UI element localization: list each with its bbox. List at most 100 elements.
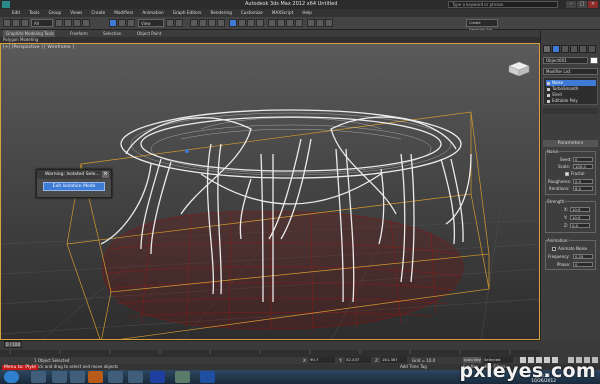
taskbar-3dsmax-icon[interactable] [175,371,190,383]
snaps-toggle-icon[interactable] [190,19,198,27]
motion-tab-icon[interactable] [570,45,578,53]
selection-filter-dropdown[interactable]: All [31,19,53,27]
maximize-button[interactable]: □ [577,1,587,8]
utilities-tab-icon[interactable] [588,45,596,53]
animate-noise-checkbox[interactable] [552,247,556,251]
display-tab-icon[interactable] [579,45,587,53]
menu-item-views[interactable]: Views [70,9,82,17]
start-button-icon[interactable] [4,371,19,383]
menu-bar: Edit Tools Group Views Create Modifiers … [0,9,600,17]
menu-item-help[interactable]: Help [302,9,312,17]
pivot-center-icon[interactable] [166,19,174,27]
phase-spinner[interactable]: 0 [573,262,593,267]
taskbar-ie-icon[interactable] [70,371,85,383]
create-tab-icon[interactable] [543,45,551,53]
taskbar-explorer-icon[interactable] [31,371,46,383]
fractal-checkbox[interactable] [565,172,569,176]
layer-manager-icon[interactable] [256,19,264,27]
roughness-spinner[interactable]: 0.0 [573,179,593,184]
coord-x-field[interactable]: 90.7 [309,357,335,363]
menu-item-maxscript[interactable]: MAXScript [272,9,294,17]
grid-status: Grid = 10.0 [412,358,436,363]
hierarchy-tab-icon[interactable] [561,45,569,53]
object-name-field[interactable]: Object001 [543,57,588,64]
link-icon[interactable] [21,19,29,27]
taskbar-app-icon[interactable] [108,371,123,383]
light-bulb-icon[interactable] [547,87,550,91]
menu-item-create[interactable]: Create [91,9,105,17]
stack-item-editable-poly[interactable]: Editable Poly [546,98,596,104]
seed-spinner[interactable]: 0 [573,157,593,162]
tab-object-paint[interactable]: Object Paint [137,30,161,37]
scale-icon[interactable] [127,19,135,27]
graphite-toggle-icon[interactable] [268,19,276,27]
scale-spinner[interactable]: 100.0 [573,164,593,169]
strength-y-spinner[interactable]: 10.0 [570,215,590,220]
app-logo-icon[interactable] [2,1,10,8]
coord-y-field[interactable]: 52.437 [345,357,371,363]
rect-select-icon[interactable] [73,19,81,27]
tab-graphite-modeling-tools[interactable]: Graphite Modeling Tools [3,30,55,37]
minimize-button[interactable]: – [566,1,576,8]
menu-item-customize[interactable]: Customize [241,9,263,17]
taskbar-app2-icon[interactable] [128,371,143,383]
watermark: pxleyes.com [459,360,596,382]
tab-selection[interactable]: Selection [103,30,121,37]
select-object-icon[interactable] [55,19,63,27]
edit-named-selection-icon[interactable] [229,19,237,27]
align-icon[interactable] [247,19,255,27]
parameters-rollout-header[interactable]: Parameters [543,140,598,147]
strength-group: Strength: X: 10.0 Y: 10.0 Z: 0.0 [545,199,596,233]
taskbar-app3-icon[interactable] [150,371,165,383]
reference-coordinate-dropdown[interactable]: View [138,19,164,27]
menu-item-group[interactable]: Group [48,9,61,17]
spinner-snap-icon[interactable] [217,19,225,27]
tab-freeform[interactable]: Freeform [70,30,88,37]
taskbar-firefox-icon[interactable] [88,371,103,383]
time-slider-thumb[interactable]: 0 / 100 [4,341,22,348]
strength-z-spinner[interactable]: 0.0 [570,223,590,228]
rotate-icon[interactable] [118,19,126,27]
iterations-spinner[interactable]: 6.0 [573,186,593,191]
modifier-list-dropdown[interactable]: Modifier List [543,68,598,75]
move-icon[interactable] [109,19,117,27]
light-bulb-icon[interactable] [547,93,550,97]
modify-tab-icon[interactable] [552,45,560,53]
angle-snap-icon[interactable] [199,19,207,27]
window-crossing-icon[interactable] [82,19,90,27]
menu-item-edit[interactable]: Edit [12,9,20,17]
taskbar-photoshop-icon[interactable] [200,371,215,383]
schematic-view-icon[interactable] [286,19,294,27]
menu-item-modifiers[interactable]: Modifiers [114,9,133,17]
menu-item-animation[interactable]: Animation [142,9,163,17]
strength-x-spinner[interactable]: 10.0 [570,207,590,212]
object-color-swatch[interactable] [590,57,598,64]
frequency-spinner[interactable]: 0.25 [573,254,593,259]
light-bulb-icon[interactable] [547,81,550,85]
light-bulb-icon[interactable] [547,99,550,103]
exit-isolation-mode-button[interactable]: Exit Isolation Mode [43,182,105,191]
select-manipulate-icon[interactable] [175,19,183,27]
menu-item-graph-editors[interactable]: Graph Editors [173,9,202,17]
select-by-name-icon[interactable] [64,19,72,27]
rendered-frame-icon[interactable] [316,19,324,27]
mirror-icon[interactable] [238,19,246,27]
percent-snap-icon[interactable] [208,19,216,27]
menu-item-tools[interactable]: Tools [29,9,39,17]
curve-editor-icon[interactable] [277,19,285,27]
dialog-close-button[interactable]: × [102,171,109,178]
close-button[interactable]: × [588,1,598,8]
taskbar-media-icon[interactable] [52,371,67,383]
add-time-tag-button[interactable]: Add Time Tag [400,364,427,369]
render-setup-icon[interactable] [307,19,315,27]
help-search-input[interactable]: Type a keyword or phrase [448,1,558,8]
material-editor-icon[interactable] [295,19,303,27]
coord-z-field[interactable]: 161.387 [381,357,407,363]
menu-item-rendering[interactable]: Rendering [210,9,231,17]
render-production-icon[interactable] [325,19,333,27]
time-slider[interactable] [0,340,540,350]
track-bar[interactable] [0,350,540,357]
undo-icon[interactable] [3,19,11,27]
named-selection-set-dropdown[interactable]: Create Selection Set [466,19,498,32]
redo-icon[interactable] [12,19,20,27]
